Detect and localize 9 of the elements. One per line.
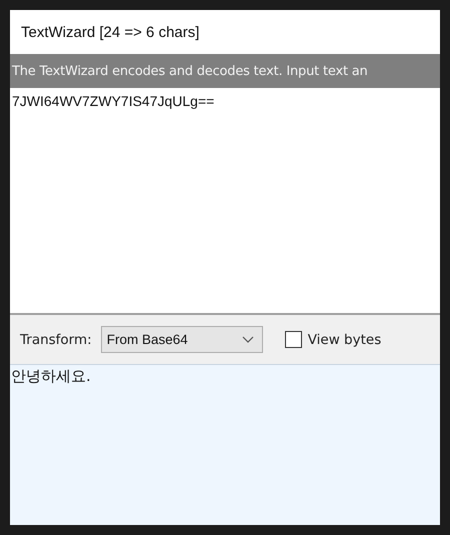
input-text-area[interactable]: 7JWI64WV7ZWY7IS47JqULg== (10, 88, 440, 315)
view-bytes-label: View bytes (308, 332, 382, 348)
transform-label: Transform: (20, 332, 92, 348)
transform-dropdown[interactable]: From Base64 (100, 326, 263, 353)
view-bytes-checkbox[interactable] (284, 331, 302, 348)
info-banner: The TextWizard encodes and decodes text. Input text an (10, 54, 440, 88)
window-title: TextWizard [24 => 6 chars] (21, 24, 200, 40)
output-text-area[interactable]: 안녕하세요. (10, 365, 440, 525)
caret-icon (242, 336, 254, 343)
